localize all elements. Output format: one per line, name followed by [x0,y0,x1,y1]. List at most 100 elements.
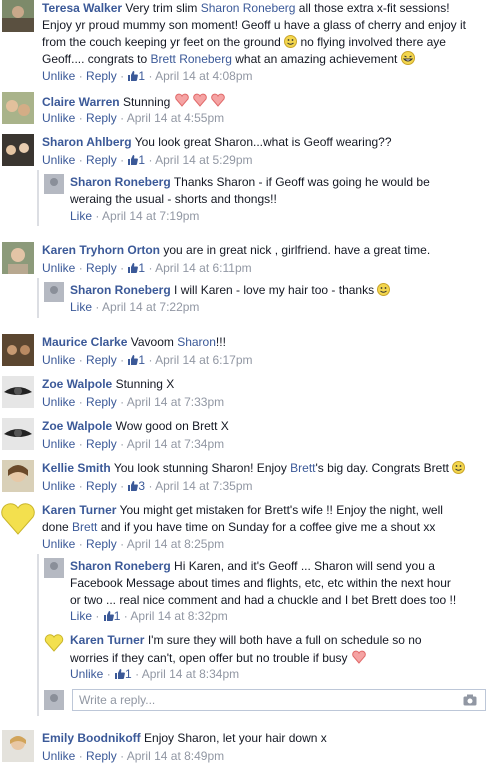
like-link[interactable]: Like [70,300,92,314]
unlike-link[interactable]: Unlike [42,111,75,125]
avatar [44,690,64,710]
author-name[interactable]: Sharon Ahlberg [42,135,132,149]
like-count[interactable]: 1 [114,609,121,623]
mention-link[interactable]: Brett Roneberg [151,52,232,66]
avatar[interactable] [44,282,64,302]
like-link[interactable]: Like [70,209,92,223]
avatar[interactable] [44,632,64,652]
timestamp[interactable]: April 14 at 4:55pm [127,111,224,125]
thumbs-up-icon [128,355,139,365]
mention-link[interactable]: Brett [72,520,97,534]
timestamp[interactable]: April 14 at 8:25pm [127,537,224,551]
mention-link[interactable]: Sharon [177,335,216,349]
avatar[interactable] [2,134,34,166]
reply-link[interactable]: Reply [86,437,117,451]
like-count[interactable]: 3 [138,479,145,493]
reply-link[interactable]: Reply [86,395,117,409]
reply-link[interactable]: Reply [86,479,117,493]
comment-text: done [42,520,73,534]
author-name[interactable]: Zoe Walpole [42,419,112,433]
reply-link[interactable]: Reply [86,261,117,275]
timestamp[interactable]: April 14 at 7:34pm [127,437,224,451]
like-link[interactable]: Like [70,609,92,623]
like-count[interactable]: 1 [138,69,145,83]
reply-text: worries if they can't, open offer but no… [70,651,351,665]
unlike-link[interactable]: Unlike [42,153,75,167]
unlike-link[interactable]: Unlike [70,667,103,681]
author-name[interactable]: Sharon Roneberg [70,559,171,573]
unlike-link[interactable]: Unlike [42,749,75,763]
reply-link[interactable]: Reply [86,111,117,125]
author-name[interactable]: Claire Warren [42,95,120,109]
comment-text: Wow good on Brett X [115,419,229,433]
thumbs-up-icon [103,611,114,621]
unlike-link[interactable]: Unlike [42,353,75,367]
avatar[interactable] [2,418,34,450]
timestamp[interactable]: April 14 at 5:29pm [155,153,252,167]
reply-link[interactable]: Reply [86,537,117,551]
avatar[interactable] [2,334,34,366]
timestamp[interactable]: April 14 at 7:19pm [102,209,199,223]
comment-text: Vavoom [130,335,178,349]
reply-input-placeholder: Write a reply... [79,693,156,707]
author-name[interactable]: Teresa Walker [42,1,122,15]
unlike-link[interactable]: Unlike [42,537,75,551]
comment-text: Very trim slim [125,1,201,15]
author-name[interactable]: Kellie Smith [42,461,111,475]
camera-icon[interactable] [463,694,477,706]
mention-link[interactable]: Brett [290,461,315,475]
avatar[interactable] [44,558,64,578]
author-name[interactable]: Sharon Roneberg [70,175,171,189]
timestamp[interactable]: April 14 at 7:35pm [155,479,252,493]
mention-link[interactable]: Sharon Roneberg [201,1,296,15]
avatar[interactable] [44,174,64,194]
timestamp[interactable]: April 14 at 8:49pm [127,749,224,763]
author-name[interactable]: Karen Turner [42,503,116,517]
timestamp[interactable]: April 14 at 6:17pm [155,353,252,367]
avatar[interactable] [2,92,34,124]
reply-indent-bar [37,170,39,226]
timestamp[interactable]: April 14 at 7:33pm [127,395,224,409]
comment-text: no flying involved there aye [300,35,446,49]
comment-text: You look great Sharon...what is Geoff we… [134,135,392,149]
thumbs-up-icon [128,481,139,491]
reply-input[interactable]: Write a reply... [72,689,486,711]
avatar[interactable] [2,242,34,274]
avatar[interactable] [0,500,36,536]
like-count[interactable]: 1 [138,153,145,167]
author-name[interactable]: Sharon Roneberg [70,283,171,297]
unlike-link[interactable]: Unlike [42,69,75,83]
unlike-link[interactable]: Unlike [42,261,75,275]
timestamp[interactable]: April 14 at 8:34pm [142,667,239,681]
reply-link[interactable]: Reply [86,69,117,83]
heart-emoji-icon [352,650,366,664]
like-count[interactable]: 1 [138,261,145,275]
comment-text: from the couch keeping yr feet on the gr… [42,35,285,49]
timestamp[interactable]: April 14 at 7:22pm [102,300,199,314]
author-name[interactable]: Emily Boodnikoff [42,731,141,745]
reply-link[interactable]: Reply [86,353,117,367]
avatar[interactable] [2,0,34,32]
avatar[interactable] [2,730,34,762]
timestamp[interactable]: April 14 at 4:08pm [155,69,252,83]
author-name[interactable]: Zoe Walpole [42,377,112,391]
reply-text: I'm sure they will both have a full on s… [147,633,422,647]
avatar[interactable] [2,376,34,408]
unlike-link[interactable]: Unlike [42,479,75,493]
like-count[interactable]: 1 [138,353,145,367]
reply-text: Facebook Message about times and flights… [70,576,451,590]
smile-emoji-icon [377,283,391,296]
reply-link[interactable]: Reply [86,749,117,763]
timestamp[interactable]: April 14 at 8:32pm [130,609,227,623]
like-count[interactable]: 1 [125,667,132,681]
reply-indent-bar [37,554,39,716]
author-name[interactable]: Karen Turner [70,633,144,647]
reply-link[interactable]: Reply [86,153,117,167]
author-name[interactable]: Maurice Clarke [42,335,127,349]
comment-text: You might get mistaken for Brett's wife … [119,503,443,517]
author-name[interactable]: Karen Tryhorn Orton [42,243,160,257]
unlike-link[interactable]: Unlike [42,395,75,409]
unlike-link[interactable]: Unlike [42,437,75,451]
timestamp[interactable]: April 14 at 6:11pm [155,261,252,275]
avatar[interactable] [2,460,34,492]
